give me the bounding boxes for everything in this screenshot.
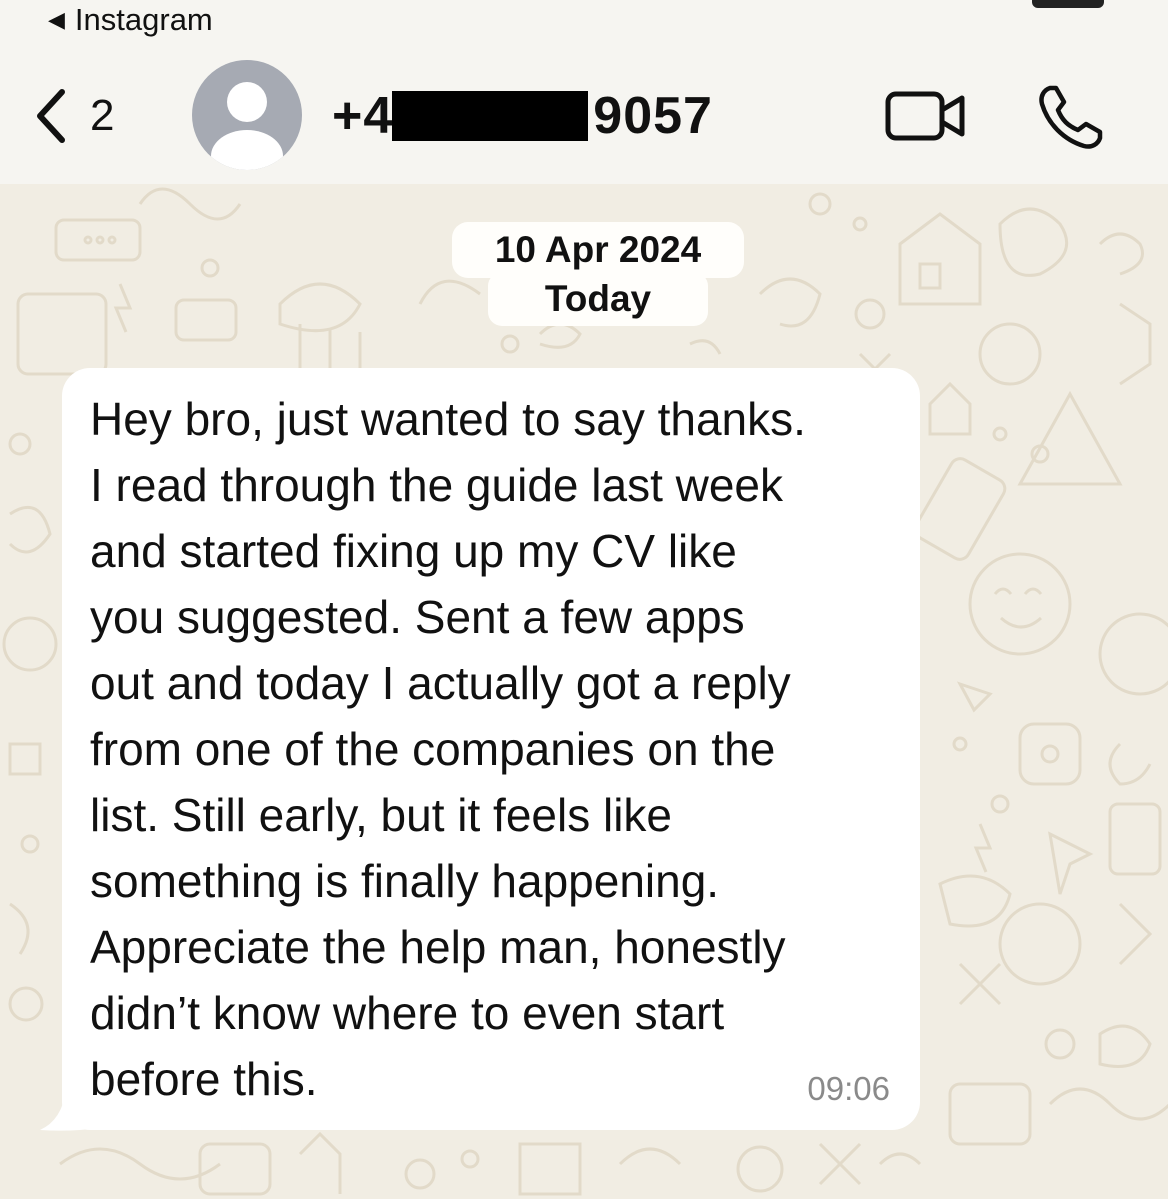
contact-number-prefix: +4 — [332, 87, 394, 145]
day-separator: Today — [488, 272, 708, 326]
back-to-app-link[interactable]: ◀ Instagram — [48, 2, 213, 38]
date-label: 10 Apr 2024 — [494, 229, 702, 270]
back-triangle-icon: ◀ — [48, 7, 65, 32]
chat-area[interactable]: 10 Apr 2024 Today Hey bro, just wanted t… — [0, 184, 1168, 1199]
back-button[interactable]: 2 — [32, 84, 114, 148]
battery-icon — [1032, 0, 1104, 8]
unread-count: 2 — [90, 91, 115, 140]
avatar-placeholder-icon — [211, 82, 283, 170]
phone-call-button[interactable] — [1036, 82, 1106, 152]
incoming-message-bubble[interactable]: Hey bro, just wanted to say thanks. I re… — [62, 368, 920, 1130]
back-app-label: Instagram — [74, 2, 213, 37]
chat-header: 2 +4 9057 — [0, 44, 1168, 184]
video-call-button[interactable] — [884, 86, 968, 146]
day-label: Today — [544, 278, 652, 319]
avatar[interactable] — [192, 60, 302, 170]
status-icons — [924, 0, 1104, 10]
message-timestamp: 09:06 — [807, 1070, 890, 1107]
redaction-bar — [392, 91, 588, 141]
date-separator: 10 Apr 2024 — [452, 222, 744, 278]
message-text: Hey bro, just wanted to say thanks. I re… — [90, 393, 806, 1105]
phone-call-icon — [1039, 85, 1103, 149]
status-bar: ◀ Instagram — [0, 0, 1168, 44]
contact-number-suffix: 9057 — [593, 87, 713, 145]
video-call-icon — [885, 91, 965, 141]
chevron-left-icon — [37, 89, 65, 143]
